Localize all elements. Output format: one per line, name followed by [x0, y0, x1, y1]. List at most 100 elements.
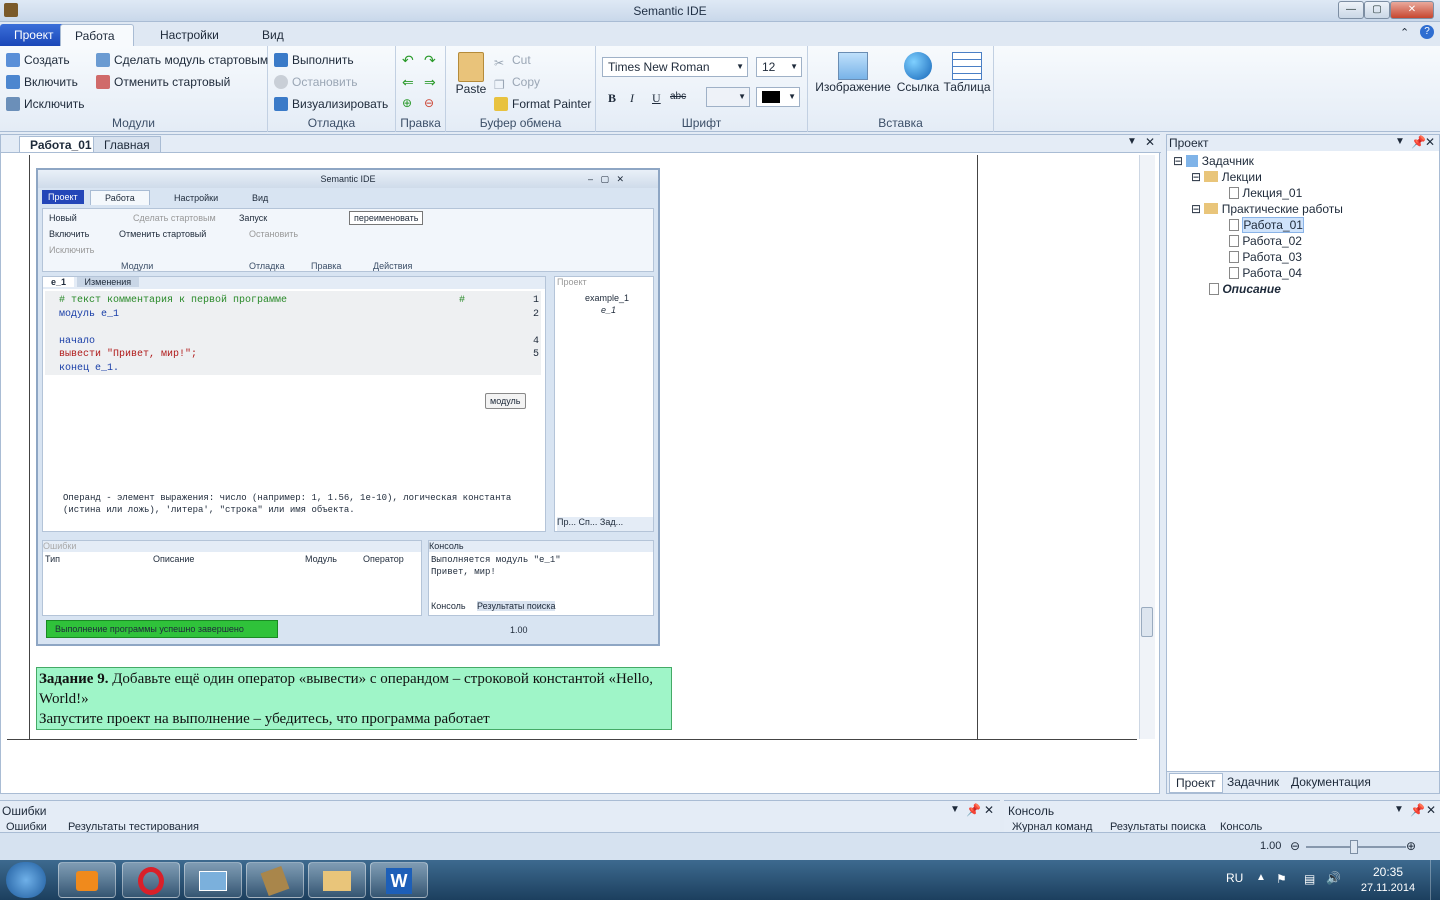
run-button[interactable]: Выполнить [274, 50, 354, 70]
file-icon [1229, 251, 1239, 263]
tab-main[interactable]: Главная [93, 136, 161, 152]
tree-root[interactable]: ⊟ Задачник [1173, 153, 1254, 169]
help-icon[interactable]: ? [1420, 25, 1434, 39]
media-player-icon[interactable] [58, 862, 116, 898]
add-icon[interactable]: ⊕ [402, 96, 412, 110]
start-button[interactable] [6, 862, 46, 898]
zoom-in-icon[interactable]: ⊕ [1406, 839, 1416, 853]
tree-work-02[interactable]: Работа_02 [1229, 233, 1302, 249]
font-size-select[interactable]: 12 ▼ [756, 57, 802, 77]
code-line-5: вывести "Привет, мир!"; [59, 349, 198, 360]
tree-description[interactable]: Описание [1209, 281, 1281, 297]
bold-button[interactable]: B [608, 91, 616, 106]
tree-work-01[interactable]: Работа_01 [1229, 217, 1304, 233]
panel-close-icon[interactable]: ✕ [1425, 135, 1435, 149]
tray-flag-icon[interactable]: ⚑ [1276, 872, 1287, 886]
folder-icon [1204, 203, 1219, 214]
language-indicator[interactable]: RU [1226, 871, 1243, 885]
errors-pin-icon[interactable]: 📌 [966, 803, 981, 817]
tab-settings[interactable]: Настройки [146, 24, 233, 46]
console-dropdown-icon[interactable]: ▼ [1394, 804, 1404, 815]
highlight-color-select[interactable]: ▼ [706, 87, 750, 107]
insert-image-button[interactable]: Изображение [814, 52, 892, 94]
volume-icon[interactable]: 🔊 [1326, 871, 1341, 885]
cut-button[interactable]: ✂ Cut [494, 50, 531, 70]
pin-icon[interactable]: 📌 [1411, 135, 1426, 149]
clock-time[interactable]: 20:35 [1362, 865, 1414, 879]
copy-button[interactable]: ❐ Copy [494, 72, 540, 92]
window-switcher-icon[interactable] [184, 862, 242, 898]
opera-icon[interactable] [122, 862, 180, 898]
dropdown-icon[interactable]: ▼ [1127, 136, 1137, 147]
close-button[interactable]: ✕ [1390, 1, 1434, 19]
tree-work-04[interactable]: Работа_04 [1229, 265, 1302, 281]
arrow-left-icon[interactable]: ⇐ [402, 74, 414, 91]
arrow-right-icon[interactable]: ⇒ [424, 74, 436, 91]
panel-dropdown-icon[interactable]: ▼ [1395, 136, 1405, 147]
tray-expand-icon[interactable]: ▲ [1256, 872, 1266, 883]
tab-work-01[interactable]: Работа_01 [19, 136, 103, 152]
col-operator: Оператор [363, 554, 404, 564]
inner-ribbon: Новый Включить Исключить Сделать стартов… [42, 208, 654, 272]
strikethrough-button[interactable]: abc [670, 91, 686, 102]
font-family-select[interactable]: Times New Roman ▼ [602, 57, 748, 77]
scroll-thumb[interactable] [1141, 607, 1153, 637]
tree-practice[interactable]: ⊟ Практические работы [1191, 201, 1343, 217]
word-icon[interactable]: W [370, 862, 428, 898]
underline-button[interactable]: U [652, 91, 661, 106]
task-text-2: Запустите проект на выполнение – убедите… [39, 711, 490, 727]
vertical-scrollbar[interactable] [1139, 155, 1155, 739]
format-painter-button[interactable]: Format Painter [494, 94, 591, 114]
tree-lectures[interactable]: ⊟ Лекции [1191, 169, 1262, 185]
stop-icon [274, 75, 288, 89]
tab-work[interactable]: Работа [60, 24, 134, 46]
console-close-icon[interactable]: ✕ [1426, 803, 1436, 817]
tab-taskbook[interactable]: Задачник [1223, 775, 1283, 789]
create-button[interactable]: Создать [6, 50, 70, 70]
clock-date[interactable]: 27.11.2014 [1350, 882, 1426, 894]
inner-tab-view: Вид [252, 193, 269, 203]
embedded-ide-screenshot: Semantic IDE – ▢ ✕ Проект Работа Настрой… [36, 168, 660, 646]
tab-view[interactable]: Вид [248, 24, 298, 46]
errors-dropdown-icon[interactable]: ▼ [950, 804, 960, 815]
inner-cancel-start: Отменить стартовый [119, 229, 207, 239]
maximize-button[interactable]: ▢ [1364, 1, 1390, 19]
italic-button[interactable]: I [630, 91, 634, 106]
insert-table-button[interactable]: Таблица [942, 52, 992, 94]
inner-label-actions: Действия [373, 261, 413, 271]
group-label: Вставка [878, 116, 923, 130]
cancel-start-button[interactable]: Отменить стартовый [96, 72, 230, 92]
tree-work-03[interactable]: Работа_03 [1229, 249, 1302, 265]
errors-panel: Ошибки ▼ 📌 ✕ Ошибки Результаты тестирова… [0, 800, 1000, 833]
errors-close-icon[interactable]: ✕ [984, 803, 994, 817]
code-line-4: начало [59, 336, 96, 347]
visualize-button[interactable]: Визуализировать [274, 94, 388, 114]
tab-project-panel[interactable]: Проект [1169, 773, 1223, 793]
semantic-ide-icon[interactable] [246, 862, 304, 898]
text-color-select[interactable]: ▼ [756, 87, 800, 107]
explorer-folder-icon[interactable] [308, 862, 366, 898]
close-icon[interactable]: ✕ [1145, 135, 1155, 149]
undo-icon[interactable]: ↶ [402, 52, 414, 69]
code-line-6: конец e_1. [59, 363, 120, 374]
make-start-button[interactable]: Сделать модуль стартовым [96, 50, 268, 70]
zoom-thumb[interactable] [1350, 840, 1358, 854]
tab-documentation[interactable]: Документация [1287, 775, 1375, 789]
exclude-button[interactable]: Исключить [6, 94, 84, 114]
console-pin-icon[interactable]: 📌 [1410, 803, 1425, 817]
tree-lecture-01[interactable]: Лекция_01 [1229, 185, 1302, 201]
insert-link-button[interactable]: Ссылка [896, 52, 940, 94]
stop-button[interactable]: Остановить [274, 72, 358, 92]
collapse-ribbon-icon[interactable]: ⌃ [1400, 26, 1409, 39]
minimize-button[interactable]: — [1338, 1, 1364, 19]
redo-icon[interactable]: ↷ [424, 52, 436, 69]
tab-project[interactable]: Проект [0, 24, 68, 46]
col-type: Тип [45, 554, 61, 564]
remove-icon[interactable]: ⊖ [424, 96, 434, 110]
network-icon[interactable]: ▤ [1304, 872, 1315, 886]
show-desktop-button[interactable] [1430, 860, 1440, 900]
paste-button[interactable]: Paste [454, 52, 488, 96]
brush-icon [494, 97, 508, 111]
include-button[interactable]: Включить [6, 72, 78, 92]
zoom-out-icon[interactable]: ⊖ [1290, 839, 1300, 853]
